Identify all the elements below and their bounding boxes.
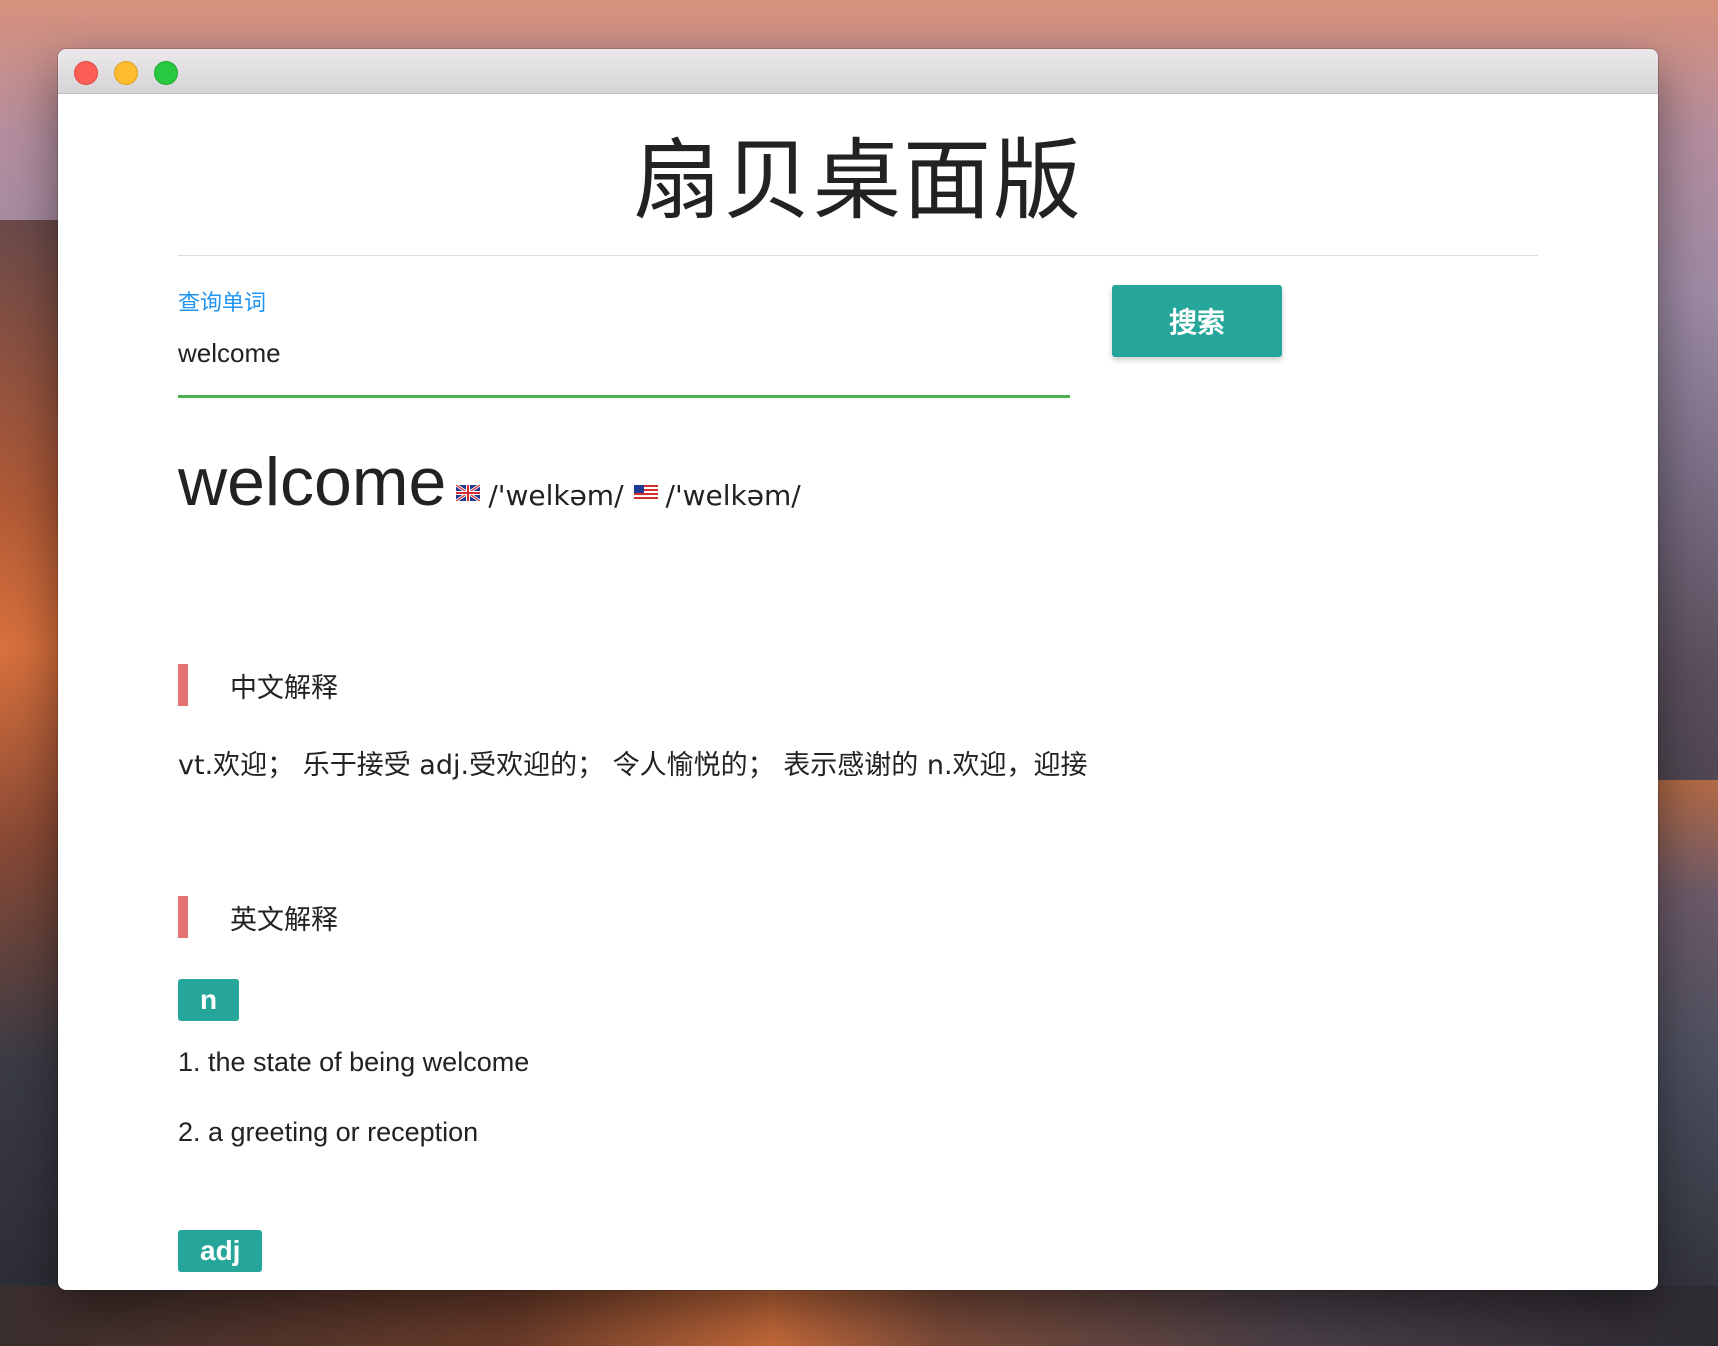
- close-window-button[interactable]: [74, 61, 98, 85]
- section-bar: [178, 896, 188, 938]
- phonetic-us: /'welkəm/: [665, 479, 801, 512]
- search-input[interactable]: [178, 331, 1070, 375]
- section-bar: [178, 664, 188, 706]
- app-window: 扇贝桌面版 查询单词 搜索 welcome /'welkəm/: [58, 49, 1658, 1290]
- pos-tag-adjective: adj: [178, 1230, 263, 1272]
- search-label: 查询单词: [178, 291, 267, 316]
- chinese-section-header: 中文解释: [178, 664, 338, 706]
- english-definition-item: 2. a greeting or reception: [178, 1117, 479, 1147]
- window-titlebar[interactable]: [58, 49, 1658, 94]
- word-header: welcome /'welkəm/ /'welkəm/: [178, 443, 801, 523]
- minimize-window-button[interactable]: [114, 61, 138, 85]
- english-section-header: 英文解释: [178, 896, 338, 938]
- app-title: 扇贝桌面版: [632, 129, 1083, 232]
- maximize-window-button[interactable]: [154, 61, 178, 85]
- us-flag-icon: [633, 485, 658, 501]
- pos-tag-noun: n: [178, 979, 240, 1021]
- word-headword: welcome: [178, 444, 447, 520]
- english-definition-item: 1. the state of being welcome: [178, 1047, 530, 1077]
- phonetic-uk: /'welkəm/: [488, 479, 624, 512]
- english-section-title: 英文解释: [230, 904, 338, 936]
- search-input-underline: [178, 395, 1070, 398]
- chinese-section-title: 中文解释: [230, 672, 338, 704]
- chinese-definition: vt.欢迎； 乐于接受 adj.受欢迎的； 令人愉悦的； 表示感谢的 n.欢迎，…: [178, 750, 1088, 781]
- wallpaper-mountain-bottom: [0, 1286, 1718, 1346]
- search-button[interactable]: 搜索: [1112, 285, 1282, 357]
- uk-flag-icon: [455, 483, 482, 503]
- title-divider: [178, 255, 1538, 256]
- main-content: 扇贝桌面版 查询单词 搜索 welcome /'welkəm/: [178, 93, 1538, 1290]
